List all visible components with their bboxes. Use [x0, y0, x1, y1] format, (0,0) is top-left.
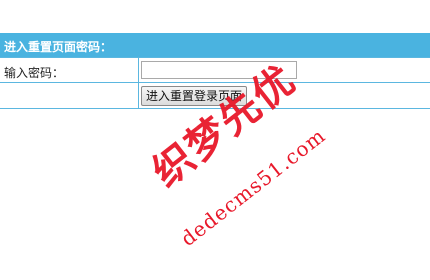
form-header-title: 进入重置页面密码： [4, 40, 113, 54]
row-divider [0, 57, 430, 58]
password-label: 输入密码： [4, 66, 65, 80]
column-divider [138, 57, 139, 108]
row-divider [0, 82, 430, 83]
